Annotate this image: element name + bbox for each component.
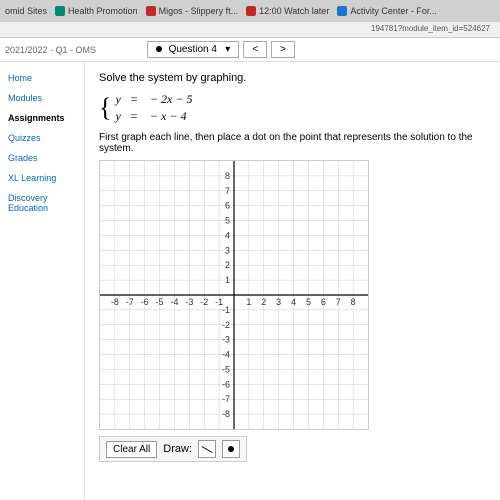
svg-text:2: 2 <box>225 260 230 270</box>
tab-label: Health Promotion <box>68 6 138 16</box>
bookmark-item[interactable]: 12:00 Watch later <box>246 6 329 16</box>
svg-text:6: 6 <box>321 297 326 307</box>
sidebar-item-assignments[interactable]: Assignments <box>0 108 84 128</box>
next-question-button[interactable]: > <box>271 41 295 58</box>
sidebar: Home Modules Assignments Quizzes Grades … <box>0 62 85 500</box>
line-tool-icon[interactable] <box>198 440 216 458</box>
draw-toolbar: Clear All Draw: <box>99 436 247 462</box>
svg-text:7: 7 <box>336 297 341 307</box>
clear-all-button[interactable]: Clear All <box>106 441 157 458</box>
svg-text:5: 5 <box>225 216 230 226</box>
svg-text:2: 2 <box>261 297 266 307</box>
svg-text:4: 4 <box>225 230 230 240</box>
breadcrumb[interactable]: 2021/2022 - Q1 - OMS <box>5 45 96 55</box>
graph-canvas[interactable]: -8-8-7-7-6-6-5-5-4-4-3-3-2-2-1-111223344… <box>99 160 369 430</box>
svg-text:3: 3 <box>276 297 281 307</box>
brace-icon: { <box>99 93 111 123</box>
sidebar-item-xl-learning[interactable]: XL Learning <box>0 168 84 188</box>
svg-text:-6: -6 <box>222 379 230 389</box>
svg-text:-5: -5 <box>156 297 164 307</box>
equation-2: y = − x − 4 <box>115 109 192 124</box>
svg-text:-5: -5 <box>222 364 230 374</box>
bookmark-item[interactable]: Activity Center - For... <box>337 6 437 16</box>
favicon-icon <box>337 6 347 16</box>
svg-text:-4: -4 <box>170 297 178 307</box>
svg-text:-3: -3 <box>222 335 230 345</box>
favicon-icon <box>146 6 156 16</box>
sidebar-item-discovery[interactable]: Discovery Education <box>0 188 84 218</box>
dot-tool-icon[interactable] <box>222 440 240 458</box>
url-bar: 194781?module_item_id=524627 <box>0 22 500 38</box>
svg-text:-1: -1 <box>222 305 230 315</box>
svg-text:-8: -8 <box>111 297 119 307</box>
tab-label: Activity Center - For... <box>350 6 437 16</box>
sidebar-item-modules[interactable]: Modules <box>0 88 84 108</box>
browser-tabs: omid Sites Health Promotion Migos - Slip… <box>0 0 500 22</box>
tab-label: 12:00 Watch later <box>259 6 329 16</box>
question-dropdown[interactable]: Question 4 ▾ <box>147 41 240 58</box>
svg-text:-7: -7 <box>126 297 134 307</box>
svg-text:1: 1 <box>225 275 230 285</box>
content-area: Solve the system by graphing. { y = − 2x… <box>85 62 500 500</box>
svg-text:-2: -2 <box>222 320 230 330</box>
graph-svg: -8-8-7-7-6-6-5-5-4-4-3-3-2-2-1-111223344… <box>100 161 368 429</box>
bookmark-item[interactable]: Health Promotion <box>55 6 138 16</box>
svg-text:-8: -8 <box>222 409 230 419</box>
equation-system: { y = − 2x − 5 y = − x − 4 <box>99 92 486 124</box>
sidebar-item-home[interactable]: Home <box>0 68 84 88</box>
tab-label: Migos - Slippery ft... <box>159 6 239 16</box>
url-fragment: 194781?module_item_id=524627 <box>371 24 490 33</box>
svg-text:-4: -4 <box>222 350 230 360</box>
svg-text:1: 1 <box>246 297 251 307</box>
favicon-icon <box>55 6 65 16</box>
svg-text:4: 4 <box>291 297 296 307</box>
tab-label: omid Sites <box>5 6 47 16</box>
bookmark-item[interactable]: Migos - Slippery ft... <box>146 6 239 16</box>
sidebar-item-quizzes[interactable]: Quizzes <box>0 128 84 148</box>
svg-text:3: 3 <box>225 245 230 255</box>
bookmark-item[interactable]: omid Sites <box>5 6 47 16</box>
svg-text:8: 8 <box>225 171 230 181</box>
sub-instruction-text: First graph each line, then place a dot … <box>99 132 486 154</box>
question-label: Question 4 <box>169 44 217 55</box>
favicon-icon <box>246 6 256 16</box>
svg-text:-2: -2 <box>200 297 208 307</box>
dot-icon <box>156 46 162 52</box>
toolbar: 2021/2022 - Q1 - OMS Question 4 ▾ < > <box>0 38 500 62</box>
svg-text:7: 7 <box>225 186 230 196</box>
svg-text:-6: -6 <box>141 297 149 307</box>
question-selector: Question 4 ▾ < > <box>147 41 295 58</box>
svg-text:-7: -7 <box>222 394 230 404</box>
draw-label: Draw: <box>163 443 192 455</box>
equation-1: y = − 2x − 5 <box>115 92 192 107</box>
svg-text:6: 6 <box>225 201 230 211</box>
sidebar-item-grades[interactable]: Grades <box>0 148 84 168</box>
svg-text:5: 5 <box>306 297 311 307</box>
svg-text:8: 8 <box>351 297 356 307</box>
svg-text:-3: -3 <box>185 297 193 307</box>
instruction-text: Solve the system by graphing. <box>99 72 486 84</box>
prev-question-button[interactable]: < <box>243 41 267 58</box>
